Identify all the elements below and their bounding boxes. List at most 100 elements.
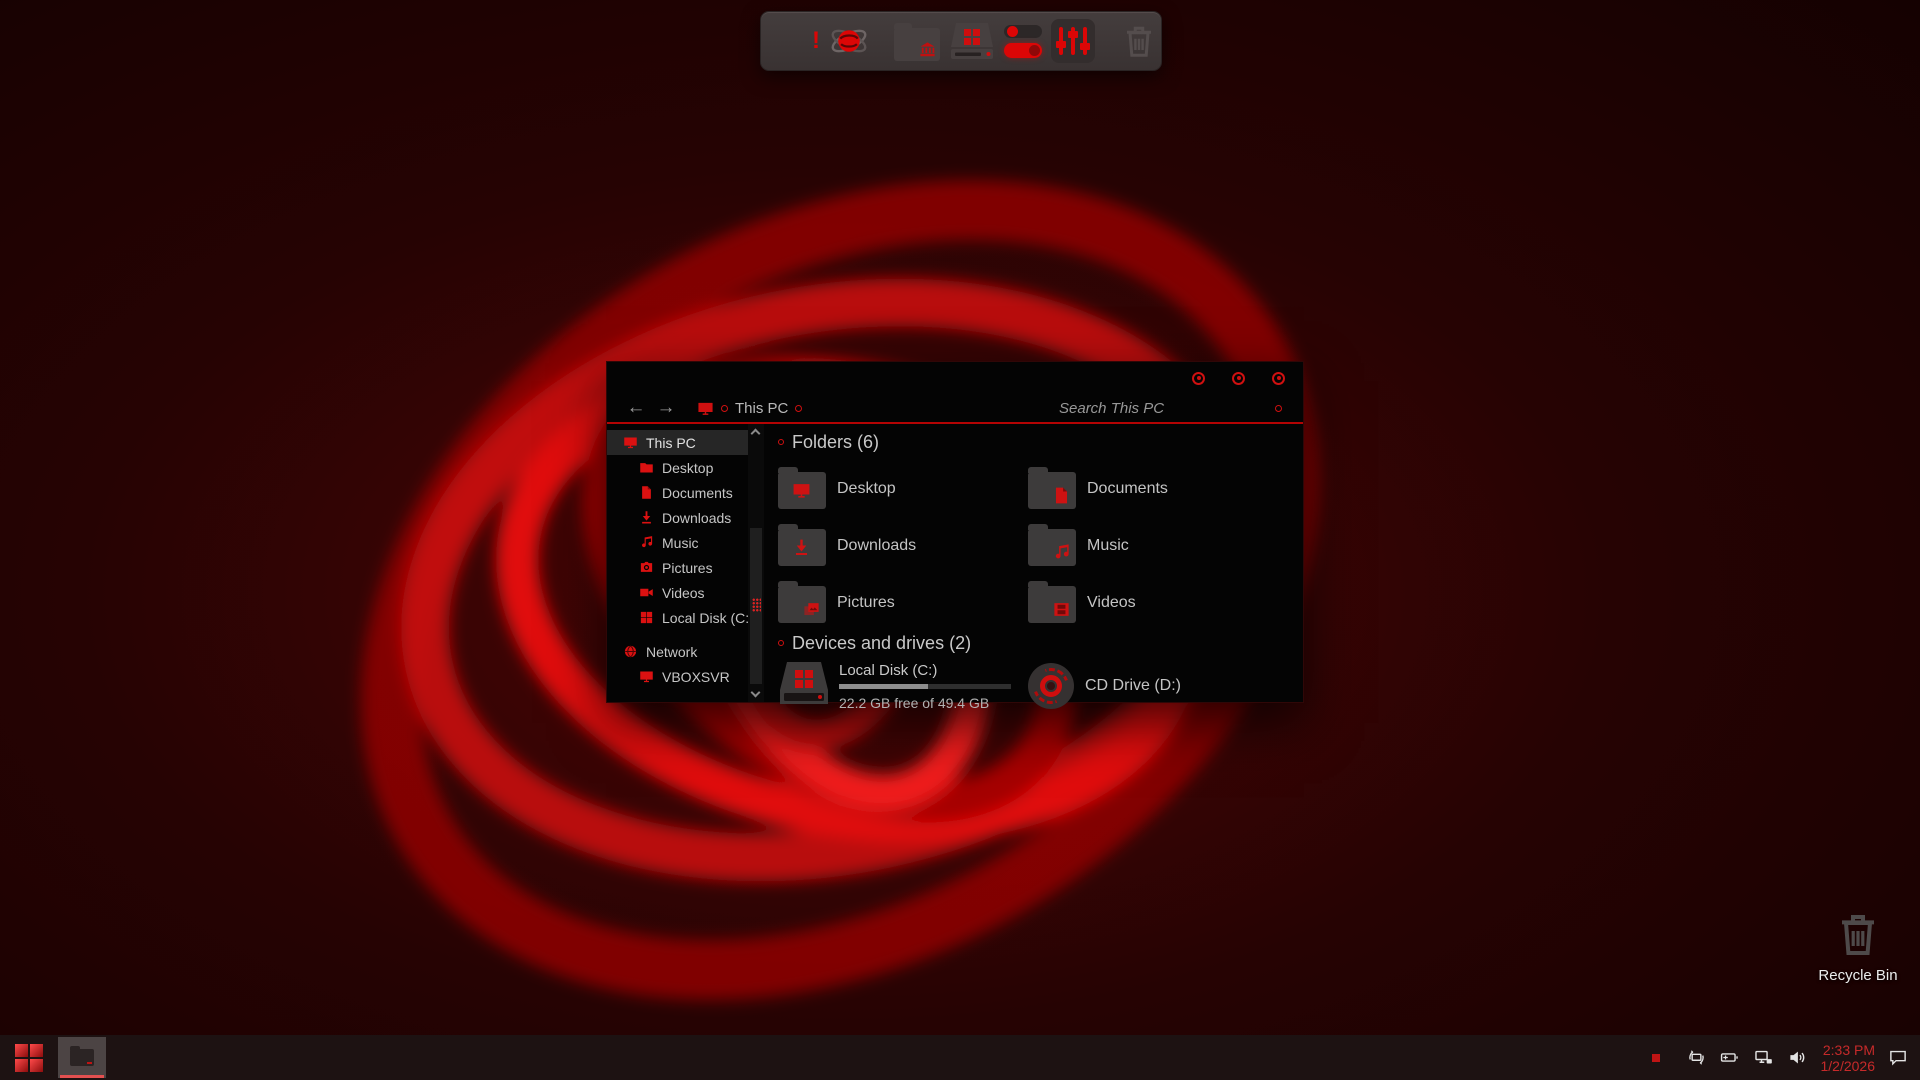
sidebar-item-documents[interactable]: Documents bbox=[607, 480, 748, 505]
dock-folder-button[interactable] bbox=[894, 17, 940, 65]
download-icon bbox=[792, 538, 811, 557]
back-button[interactable]: ← bbox=[621, 397, 651, 419]
drive-name: Local Disk (C:) bbox=[839, 662, 1011, 679]
folder-icon bbox=[1028, 529, 1076, 566]
sidebar-item-desktop[interactable]: Desktop bbox=[607, 455, 748, 480]
taskbar-clock[interactable]: 2:33 PM 1/2/2026 bbox=[1821, 1042, 1876, 1074]
monitor-icon bbox=[623, 435, 638, 450]
title-bar bbox=[607, 362, 1303, 394]
tile-downloads[interactable]: Downloads bbox=[778, 517, 1028, 574]
windows-drive-icon bbox=[949, 21, 995, 61]
system-tray: 2:33 PM 1/2/2026 bbox=[1652, 1042, 1920, 1074]
address-breadcrumb[interactable]: This PC bbox=[735, 400, 788, 417]
tile-videos[interactable]: Videos bbox=[1028, 574, 1278, 631]
drive-name: CD Drive (D:) bbox=[1085, 677, 1181, 695]
chevron-icon[interactable] bbox=[721, 405, 728, 412]
folder-icon bbox=[1028, 586, 1076, 623]
sidebar-item-videos[interactable]: Videos bbox=[607, 580, 748, 605]
monitor-icon bbox=[639, 669, 654, 684]
notification-icon[interactable] bbox=[1888, 1048, 1908, 1067]
dock-trash-button[interactable] bbox=[1121, 17, 1157, 65]
sidebar-scrollbar[interactable] bbox=[748, 424, 764, 702]
disk-usage-fill bbox=[839, 684, 928, 689]
folder-icon bbox=[70, 1049, 94, 1066]
battery-icon[interactable] bbox=[1719, 1048, 1740, 1067]
tile-music[interactable]: Music bbox=[1028, 517, 1278, 574]
dock-drive-button[interactable] bbox=[949, 17, 995, 65]
dock-this-pc-button[interactable]: ! bbox=[773, 17, 821, 65]
collapse-icon[interactable] bbox=[778, 640, 784, 646]
download-icon bbox=[639, 510, 654, 525]
film-icon bbox=[1052, 600, 1071, 619]
windows-logo-icon bbox=[15, 1044, 43, 1072]
network-icon[interactable] bbox=[1753, 1048, 1774, 1067]
folder-icon bbox=[778, 529, 826, 566]
sidebar-item-vboxsvr[interactable]: VBOXSVR bbox=[607, 664, 748, 689]
navigation-pane: This PC Desktop Documents Downloads Musi… bbox=[607, 424, 748, 702]
search-placeholder: Search This PC bbox=[1059, 400, 1164, 417]
clock-time: 2:33 PM bbox=[1821, 1042, 1876, 1058]
sliders-icon bbox=[1051, 19, 1095, 63]
recycle-bin-shortcut[interactable]: Recycle Bin bbox=[1810, 910, 1906, 984]
cd-drive-icon bbox=[1028, 663, 1074, 709]
tile-pictures[interactable]: Pictures bbox=[778, 574, 1028, 631]
scroll-up-icon[interactable] bbox=[751, 429, 761, 439]
dock-settings-button[interactable] bbox=[1004, 17, 1042, 65]
sidebar-item-downloads[interactable]: Downloads bbox=[607, 505, 748, 530]
tile-cd-drive[interactable]: CD Drive (D:) bbox=[1028, 660, 1278, 711]
monitor-icon bbox=[697, 400, 714, 417]
search-icon bbox=[1275, 405, 1282, 412]
taskbar-file-explorer-button[interactable] bbox=[58, 1037, 106, 1078]
devices-group-header[interactable]: Devices and drives (2) bbox=[778, 631, 1303, 655]
toggle-switches-icon bbox=[1004, 25, 1042, 58]
globe-orbit-icon bbox=[830, 22, 868, 60]
grip-dots-icon bbox=[752, 598, 761, 612]
speaker-icon[interactable] bbox=[1787, 1048, 1808, 1067]
start-button[interactable] bbox=[8, 1038, 50, 1078]
sidebar-item-this-pc[interactable]: This PC bbox=[607, 430, 748, 455]
tile-desktop[interactable]: Desktop bbox=[778, 460, 1028, 517]
dock: ! bbox=[760, 11, 1162, 71]
maximize-button[interactable] bbox=[1232, 372, 1245, 385]
folder-tiles: Desktop Documents Downloads Music Pictur… bbox=[778, 460, 1303, 631]
minimize-button[interactable] bbox=[1192, 372, 1205, 385]
content-pane: Folders (6) Desktop Documents Downloads bbox=[764, 424, 1303, 702]
document-icon bbox=[1052, 486, 1071, 505]
display-sync-icon[interactable] bbox=[1687, 1048, 1706, 1067]
windows-icon bbox=[639, 610, 654, 625]
clock-date: 1/2/2026 bbox=[1821, 1058, 1876, 1074]
recycle-bin-icon bbox=[1834, 910, 1882, 958]
sidebar-item-network[interactable]: Network bbox=[607, 639, 748, 664]
document-icon bbox=[639, 485, 654, 500]
drive-detail: 22.2 GB free of 49.4 GB bbox=[839, 695, 1011, 711]
tile-local-disk[interactable]: Local Disk (C:) 22.2 GB free of 49.4 GB bbox=[778, 660, 1028, 711]
drive-tiles: Local Disk (C:) 22.2 GB free of 49.4 GB … bbox=[778, 660, 1303, 711]
bank-folder-icon bbox=[894, 28, 940, 61]
sidebar-item-pictures[interactable]: Pictures bbox=[607, 555, 748, 580]
close-button[interactable] bbox=[1272, 372, 1285, 385]
sidebar-item-local-disk[interactable]: Local Disk (C:) bbox=[607, 605, 748, 630]
chevron-icon[interactable] bbox=[795, 405, 802, 412]
music-icon bbox=[1052, 543, 1071, 562]
folder-icon bbox=[1028, 472, 1076, 509]
search-input[interactable]: Search This PC bbox=[1059, 400, 1289, 417]
folders-group-header[interactable]: Folders (6) bbox=[778, 430, 1303, 454]
camera-icon bbox=[639, 560, 654, 575]
forward-button[interactable]: → bbox=[651, 397, 681, 419]
taskbar: 2:33 PM 1/2/2026 bbox=[0, 1035, 1920, 1080]
scrollbar-thumb[interactable] bbox=[750, 528, 762, 684]
globe-icon bbox=[623, 644, 638, 659]
collapse-icon[interactable] bbox=[778, 439, 784, 445]
scroll-down-icon[interactable] bbox=[751, 688, 761, 698]
hidden-icons-indicator[interactable] bbox=[1652, 1054, 1660, 1062]
music-icon bbox=[639, 535, 654, 550]
sidebar-item-music[interactable]: Music bbox=[607, 530, 748, 555]
disk-usage-bar bbox=[839, 684, 1011, 689]
tile-documents[interactable]: Documents bbox=[1028, 460, 1278, 517]
folder-icon bbox=[639, 460, 654, 475]
folder-icon bbox=[778, 586, 826, 623]
dock-network-button[interactable] bbox=[830, 17, 868, 65]
navigation-bar: ← → This PC Search This PC bbox=[607, 394, 1303, 422]
active-app-indicator bbox=[60, 1075, 104, 1078]
dock-mixer-button[interactable] bbox=[1051, 17, 1095, 65]
